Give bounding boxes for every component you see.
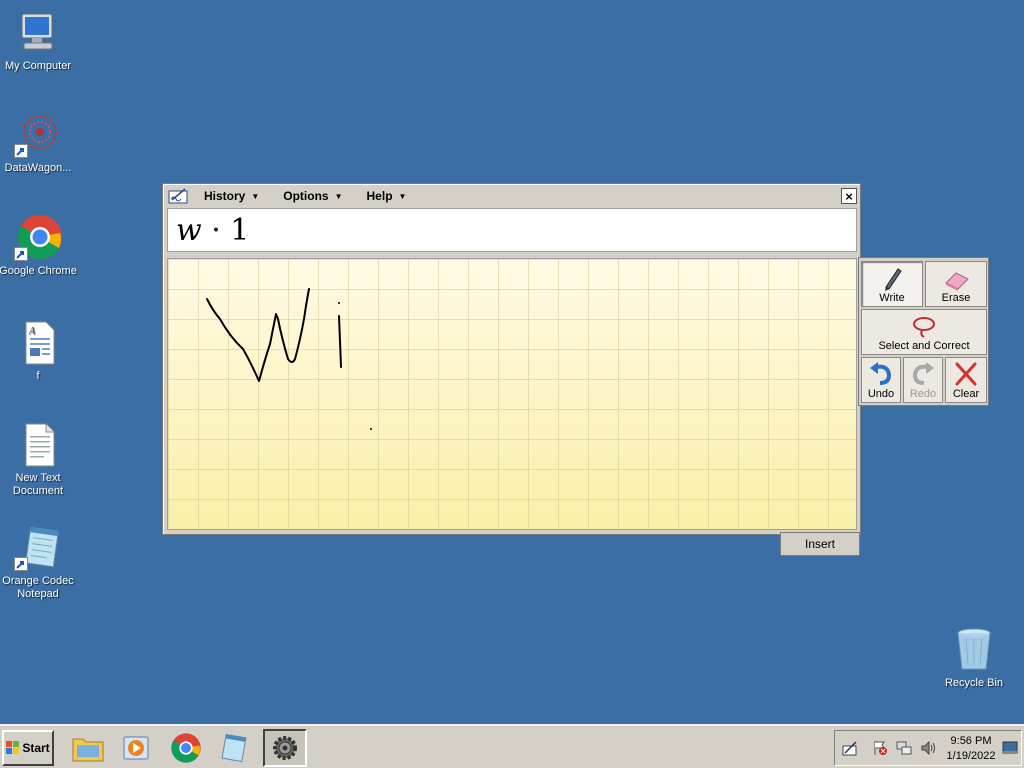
- write-button-label: Write: [879, 292, 905, 304]
- clock[interactable]: 9:56 PM 1/19/2022: [941, 734, 1001, 764]
- desktop-icon-f[interactable]: A f: [0, 318, 78, 383]
- write-button[interactable]: Write: [861, 261, 923, 307]
- close-icon: ×: [845, 188, 853, 204]
- desktop-icon-label: New Text Document: [12, 472, 64, 497]
- caret-down-icon: ▼: [398, 191, 407, 201]
- clear-button-label: Clear: [952, 388, 980, 400]
- system-tray: 9:56 PM 1/19/2022: [834, 730, 1022, 766]
- erase-button-label: Erase: [941, 292, 971, 304]
- redo-button[interactable]: Redo: [903, 357, 943, 403]
- menu-help[interactable]: Help ▼: [367, 189, 407, 203]
- taskbar-chrome[interactable]: [164, 729, 208, 767]
- media-player-icon: [123, 736, 149, 760]
- input-panel-window: History ▼ Options ▼ Help ▼ × w · 1: [162, 183, 861, 535]
- network-icon[interactable]: [895, 739, 913, 757]
- menu-history-label: History: [204, 189, 246, 203]
- shortcut-arrow-icon: [14, 247, 28, 261]
- show-desktop-icon[interactable]: [1001, 739, 1019, 757]
- volume-icon[interactable]: [919, 739, 937, 757]
- start-button[interactable]: Start: [2, 730, 54, 766]
- desktop-icon-label: Google Chrome: [0, 265, 77, 277]
- insert-button[interactable]: Insert: [780, 532, 860, 556]
- datawagon-icon: [14, 110, 62, 158]
- taskbar-notepad[interactable]: [212, 729, 256, 767]
- input-panel-logo-icon: [168, 188, 188, 204]
- input-panel-menubar: History ▼ Options ▼ Help ▼ ×: [163, 184, 860, 208]
- desktop-icon-datawagon[interactable]: DataWagon...: [0, 110, 78, 175]
- windows-logo-icon: [6, 741, 20, 754]
- svg-text:A: A: [28, 326, 36, 337]
- desktop-icon-orange-codec-notepad[interactable]: Orange Codec Notepad: [0, 523, 78, 601]
- shortcut-arrow-icon: [14, 557, 28, 571]
- writing-pad[interactable]: [167, 258, 857, 530]
- desktop-icon-google-chrome[interactable]: Google Chrome: [0, 213, 78, 278]
- recognition-preview[interactable]: w · 1: [167, 208, 857, 252]
- taskbar-explorer[interactable]: [66, 729, 110, 767]
- handwriting-ink: [206, 288, 372, 430]
- action-center-flag-icon[interactable]: [871, 739, 889, 757]
- undo-button[interactable]: Undo: [861, 357, 901, 403]
- redo-button-label: Redo: [909, 388, 937, 400]
- tablet-input-tray-icon[interactable]: [841, 739, 859, 757]
- notepad-icon: [221, 733, 247, 763]
- desktop-icon-my-computer[interactable]: My Computer: [0, 8, 78, 73]
- taskbar-input-panel-settings[interactable]: [263, 729, 307, 767]
- desktop-icon-label: My Computer: [4, 60, 72, 72]
- clear-x-icon: [955, 362, 977, 386]
- caret-down-icon: ▼: [251, 191, 260, 201]
- lasso-icon: [913, 317, 935, 338]
- select-and-correct-button[interactable]: Select and Correct: [861, 309, 987, 355]
- start-button-label: Start: [22, 741, 50, 755]
- shortcut-arrow-icon: [14, 144, 28, 158]
- gear-icon: [273, 736, 297, 760]
- taskbar-media-player[interactable]: [114, 729, 158, 767]
- erase-button[interactable]: Erase: [925, 261, 987, 307]
- preview-text-italic: w: [176, 213, 202, 248]
- chrome-icon: [14, 213, 62, 261]
- clear-button[interactable]: Clear: [945, 357, 987, 403]
- clock-time: 9:56 PM: [950, 735, 992, 747]
- eraser-icon: [945, 272, 969, 291]
- caret-down-icon: ▼: [334, 191, 343, 201]
- computer-icon: [14, 8, 62, 56]
- desktop-icon-label: Recycle Bin: [944, 677, 1004, 689]
- pen-icon: [885, 268, 902, 291]
- input-panel-tools: Write Erase Select and Correct Undo Redo: [858, 257, 989, 406]
- desktop-icon-recycle-bin[interactable]: Recycle Bin: [934, 625, 1014, 690]
- menu-help-label: Help: [366, 189, 393, 203]
- desktop-icon-new-text-document[interactable]: New Text Document: [0, 420, 78, 498]
- menu-options-label: Options: [283, 189, 329, 203]
- clock-date: 1/19/2022: [946, 750, 996, 762]
- select-and-correct-label: Select and Correct: [878, 340, 970, 352]
- notepad-icon: [14, 523, 62, 571]
- chrome-icon: [171, 733, 201, 763]
- menu-history[interactable]: History ▼: [204, 189, 259, 203]
- recycle-bin-icon: [950, 625, 998, 673]
- redo-icon: [912, 362, 934, 385]
- preview-text-rest: · 1: [201, 213, 250, 248]
- desktop-icon-label: f: [36, 370, 40, 382]
- taskbar: Start 9:56 PM 1/19/2022: [0, 724, 1024, 768]
- desktop-icon-label: DataWagon...: [4, 162, 72, 174]
- desktop-icon-label: Orange Codec Notepad: [2, 575, 74, 600]
- menu-options[interactable]: Options ▼: [283, 189, 342, 203]
- document-icon: A: [14, 318, 62, 366]
- insert-button-label: Insert: [804, 537, 835, 551]
- undo-button-label: Undo: [867, 388, 895, 400]
- close-button[interactable]: ×: [841, 188, 857, 204]
- text-file-icon: [14, 420, 62, 468]
- undo-icon: [870, 362, 892, 385]
- folder-icon: [72, 738, 104, 762]
